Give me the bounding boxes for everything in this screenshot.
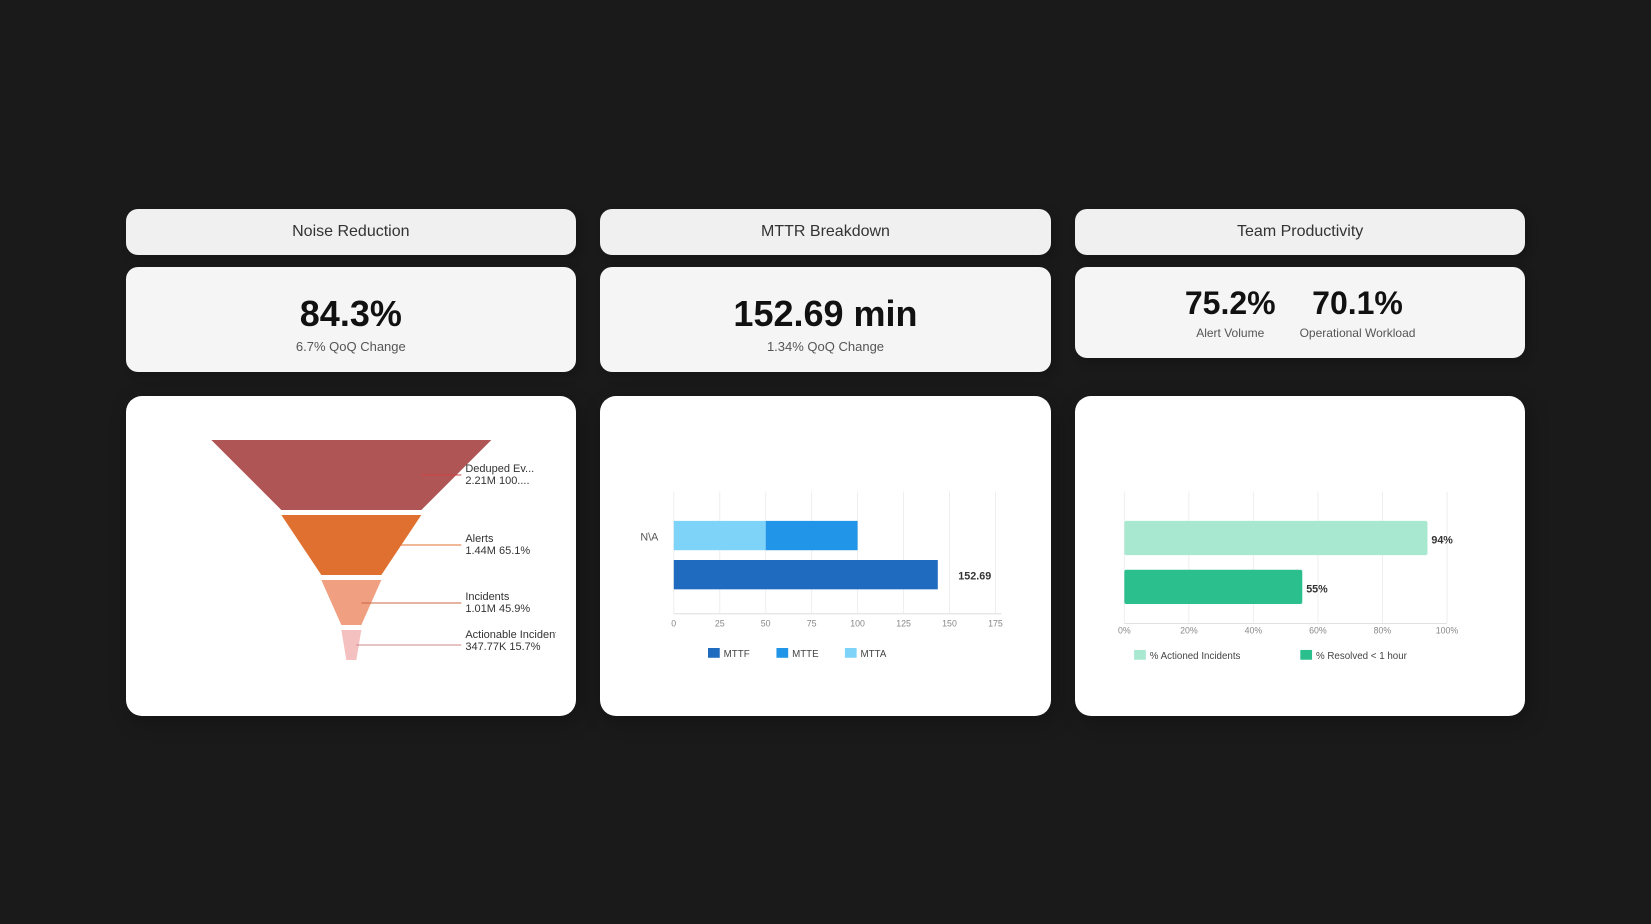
x-tick-125: 125 [896,618,911,628]
bar-mttf [674,560,938,589]
funnel-label2-value: 1.44M 65.1% [465,545,530,557]
bar-chart-svg: N\A 0 25 50 75 100 125 150 [620,420,1031,700]
mttr-sub: 1.34% QoQ Change [624,339,1027,354]
hbar-chart-svg: 0% 20% 40% 60% 80% 100% 94% [1095,420,1506,700]
team-productivity-section: Team Productivity 75.2% Alert Volume 70.… [1075,209,1526,372]
funnel-container: Deduped Ev... 2.21M 100.... Alerts 1.44M… [146,420,557,700]
legend-mttf-icon [708,648,720,658]
bar-mtta [674,520,766,549]
funnel-chart-card: Deduped Ev... 2.21M 100.... Alerts 1.44M… [126,396,577,716]
hbar-bar1 [1124,520,1427,554]
alert-volume-label: Alert Volume [1185,326,1276,340]
funnel-label4-name: Actionable Incidents [465,629,556,641]
hbar-chart-container: 0% 20% 40% 60% 80% 100% 94% [1095,420,1506,700]
mttr-title-card: MTTR Breakdown [600,209,1051,255]
funnel-svg: Deduped Ev... 2.21M 100.... Alerts 1.44M… [146,420,557,700]
hbar-legend2-icon [1300,649,1312,659]
hbar-x-80: 80% [1373,625,1391,635]
bar-value-label: 152.69 [958,570,991,582]
hbar-x-60: 60% [1309,625,1327,635]
team-productivity-value-card: 75.2% Alert Volume 70.1% Operational Wor… [1075,267,1526,358]
noise-reduction-title: Noise Reduction [292,223,409,240]
x-tick-50: 50 [761,618,771,628]
hbar-bar2-value: 55% [1306,583,1328,595]
hbar-x-0: 0% [1118,625,1131,635]
hbar-x-20: 20% [1180,625,1198,635]
mttr-chart-card: N\A 0 25 50 75 100 125 150 [600,396,1051,716]
legend-mtta-label: MTTA [861,648,887,659]
hbar-chart-card: 0% 20% 40% 60% 80% 100% 94% [1075,396,1526,716]
legend-mttf-label: MTTF [724,648,750,659]
alert-volume-item: 75.2% Alert Volume [1185,285,1276,340]
x-tick-150: 150 [942,618,957,628]
funnel-label4-value: 347.77K 15.7% [465,641,540,653]
x-tick-175: 175 [988,618,1003,628]
noise-reduction-value: 84.3% [150,293,553,335]
x-tick-75: 75 [807,618,817,628]
noise-reduction-title-card: Noise Reduction [126,209,577,255]
funnel-label3-name: Incidents [465,591,510,603]
hbar-bar2 [1124,569,1302,603]
mttr-value-card: 152.69 min 1.34% QoQ Change [600,267,1051,372]
noise-reduction-section: Noise Reduction 84.3% 6.7% QoQ Change [126,209,577,372]
bar-mtte [766,520,858,549]
team-productivity-values: 75.2% Alert Volume 70.1% Operational Wor… [1099,285,1502,340]
funnel-label3-value: 1.01M 45.9% [465,603,530,615]
bar-chart-container: N\A 0 25 50 75 100 125 150 [620,420,1031,700]
hbar-x-100: 100% [1436,625,1459,635]
mttr-section: MTTR Breakdown 152.69 min 1.34% QoQ Chan… [600,209,1051,372]
legend-mtte-icon [777,648,789,658]
operational-workload-label: Operational Workload [1300,326,1416,340]
legend-mtte-label: MTTE [792,648,819,659]
hbar-legend1-label: % Actioned Incidents [1150,650,1241,661]
legend-mtta-icon [845,648,857,658]
dashboard: Noise Reduction 84.3% 6.7% QoQ Change MT… [126,209,1526,716]
hbar-x-40: 40% [1244,625,1262,635]
team-productivity-title-card: Team Productivity [1075,209,1526,255]
noise-reduction-value-card: 84.3% 6.7% QoQ Change [126,267,577,372]
hbar-bar1-value: 94% [1431,534,1453,546]
funnel-label1-name: Deduped Ev... [465,463,534,475]
mttr-value: 152.69 min [624,293,1027,335]
funnel-label1-value: 2.21M 100.... [465,475,529,487]
noise-reduction-sub: 6.7% QoQ Change [150,339,553,354]
hbar-legend2-label: % Resolved < 1 hour [1316,650,1408,661]
operational-workload-item: 70.1% Operational Workload [1300,285,1416,340]
y-axis-label: N\A [641,531,660,543]
x-tick-100: 100 [850,618,865,628]
mttr-title: MTTR Breakdown [761,223,890,240]
alert-volume-value: 75.2% [1185,285,1276,322]
operational-workload-value: 70.1% [1300,285,1416,322]
x-tick-25: 25 [715,618,725,628]
hbar-legend1-icon [1134,649,1146,659]
funnel-label2-name: Alerts [465,533,494,545]
x-tick-0: 0 [671,618,676,628]
team-productivity-title: Team Productivity [1237,223,1363,240]
